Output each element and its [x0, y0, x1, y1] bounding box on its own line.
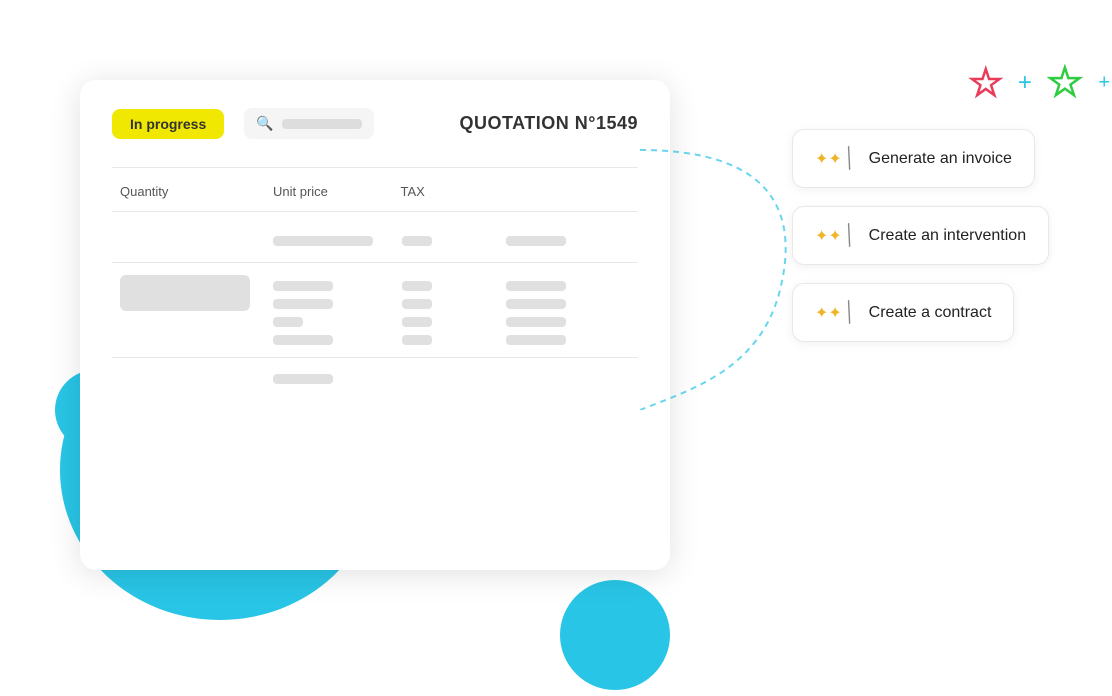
- table-row: [112, 366, 638, 392]
- create-intervention-wrapper: ✦✦ ╱ Create an intervention: [792, 206, 1092, 265]
- skel: [402, 281, 432, 291]
- skel: [506, 317, 566, 327]
- header-tax: TAX: [401, 184, 503, 199]
- skel: [120, 275, 250, 311]
- skel: [273, 317, 303, 327]
- skel: [402, 317, 432, 327]
- skel: [506, 299, 566, 309]
- skel: [402, 335, 432, 345]
- table-row: [112, 271, 638, 349]
- generate-invoice-label: Generate an invoice: [869, 150, 1012, 168]
- sparkles-icon: ✦✦: [815, 149, 842, 169]
- wand-icon: ╱: [839, 147, 859, 171]
- create-contract-wrapper: ✦✦ ╱ Create a contract: [792, 283, 1092, 342]
- skel: [506, 281, 566, 291]
- wand-icon: ╱: [839, 224, 859, 248]
- search-placeholder: [282, 119, 362, 129]
- row-divider: [112, 262, 638, 263]
- blob-bottom-right: [560, 580, 670, 690]
- skel: [402, 299, 432, 309]
- table-headers: Quantity Unit price TAX: [112, 184, 638, 199]
- star-red-icon: ★: [970, 62, 1002, 104]
- status-badge: In progress: [112, 109, 224, 139]
- table-row: [112, 228, 638, 254]
- skel: [402, 236, 432, 246]
- skel: [506, 335, 566, 345]
- create-intervention-button[interactable]: ✦✦ ╱ Create an intervention: [792, 206, 1049, 265]
- plus-blue-icon: +: [1018, 69, 1032, 97]
- sparkles-icon: ✦✦: [815, 226, 842, 246]
- sparkles-icon: ✦✦: [815, 303, 842, 323]
- magic-icon-contract: ✦✦ ╱: [815, 302, 855, 323]
- generate-invoice-button[interactable]: ✦✦ ╱ Generate an invoice: [792, 129, 1035, 188]
- search-box[interactable]: 🔍: [244, 108, 374, 139]
- header-divider: [112, 167, 638, 168]
- magic-icon-intervention: ✦✦ ╱: [815, 225, 855, 246]
- skel: [273, 299, 333, 309]
- plus-blue-sm-icon: +: [1098, 71, 1110, 94]
- scene: In progress 🔍 QUOTATION N°1549 Quantity …: [0, 0, 1112, 696]
- row-divider: [112, 357, 638, 358]
- decorators: ★ + ★ +: [772, 60, 1092, 105]
- header-quantity: Quantity: [120, 184, 273, 199]
- card-header: In progress 🔍 QUOTATION N°1549: [112, 108, 638, 139]
- generate-invoice-wrapper: ✦✦ ╱ Generate an invoice: [792, 129, 1092, 188]
- skel: [273, 335, 333, 345]
- magic-icon-invoice: ✦✦ ╱: [815, 148, 855, 169]
- table-divider: [112, 211, 638, 212]
- quotation-card: In progress 🔍 QUOTATION N°1549 Quantity …: [80, 80, 670, 570]
- skel: [506, 236, 566, 246]
- create-contract-button[interactable]: ✦✦ ╱ Create a contract: [792, 283, 1014, 342]
- star-green-icon: ★: [1048, 60, 1082, 105]
- search-icon: 🔍: [256, 115, 273, 132]
- action-panel: ★ + ★ + ✦✦ ╱ Generate an invoice ✦✦: [772, 60, 1092, 342]
- create-contract-label: Create a contract: [869, 304, 992, 322]
- skel: [273, 374, 333, 384]
- skel: [273, 236, 373, 246]
- create-intervention-label: Create an intervention: [869, 227, 1026, 245]
- wand-icon: ╱: [839, 301, 859, 325]
- action-buttons: ✦✦ ╱ Generate an invoice ✦✦ ╱ Create an …: [792, 129, 1092, 342]
- header-unit-price: Unit price: [273, 184, 401, 199]
- skel: [273, 281, 333, 291]
